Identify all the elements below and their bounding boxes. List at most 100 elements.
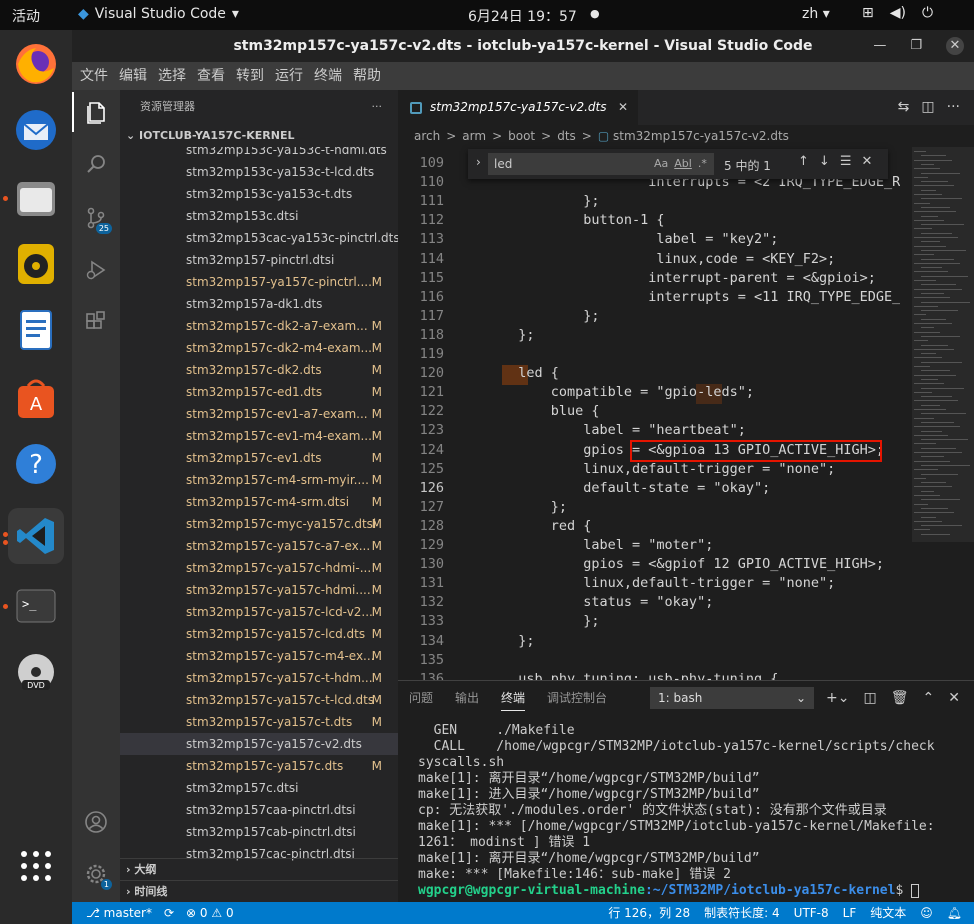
run-debug-button[interactable] bbox=[72, 250, 120, 290]
branch-indicator[interactable]: ⎇ master* bbox=[86, 902, 152, 924]
breadcrumb-item[interactable]: arm bbox=[462, 125, 486, 147]
dvd-launcher[interactable]: DVD bbox=[8, 646, 64, 702]
menu-terminal[interactable]: 终端 bbox=[314, 62, 342, 90]
file-item[interactable]: stm32mp157-ya157c-pinctrl.... M bbox=[120, 271, 398, 293]
tab-debug-console[interactable]: 调试控制台 bbox=[536, 681, 618, 715]
file-item[interactable]: stm32mp153c.dtsi bbox=[120, 205, 398, 227]
file-item[interactable]: stm32mp157c-ya157c-t.dts M bbox=[120, 711, 398, 733]
search-button[interactable] bbox=[72, 144, 120, 184]
file-item[interactable]: stm32mp157c-ya157c-lcd-v2... M bbox=[120, 601, 398, 623]
file-item[interactable]: stm32mp157c-dk2-m4-exam... M bbox=[120, 337, 398, 359]
breadcrumb-item[interactable]: arch bbox=[414, 125, 440, 147]
code-editor[interactable]: 109 110 interrupts = <2 IRQ_TYPE_EDGE_R 11… bbox=[398, 147, 900, 680]
workspace-root[interactable]: ⌄ IOTCLUB-YA157C-KERNEL bbox=[120, 125, 398, 147]
split-terminal-icon[interactable]: ◫ bbox=[863, 681, 876, 715]
more-actions-icon[interactable]: ··· bbox=[947, 90, 960, 125]
file-item[interactable]: stm32mp157c-ev1-a7-exam... M bbox=[120, 403, 398, 425]
file-item[interactable]: stm32mp157-pinctrl.dtsi bbox=[120, 249, 398, 271]
breadcrumb-item[interactable]: dts bbox=[557, 125, 576, 147]
vscode-launcher[interactable] bbox=[8, 508, 64, 564]
encoding[interactable]: UTF-8 bbox=[794, 902, 829, 924]
firefox-launcher[interactable] bbox=[8, 36, 64, 92]
help-launcher[interactable]: ? bbox=[8, 436, 64, 492]
file-item[interactable]: stm32mp157c-ya157c-hdmi-... M bbox=[120, 557, 398, 579]
explorer-button[interactable] bbox=[72, 92, 120, 132]
menu-view[interactable]: 查看 bbox=[197, 62, 225, 90]
regex-toggle[interactable]: .* bbox=[698, 153, 707, 175]
feedback-icon[interactable]: ☺ bbox=[920, 902, 933, 924]
cursor-position[interactable]: 行 126，列 28 bbox=[608, 902, 690, 924]
terminal-launcher[interactable]: >_ bbox=[8, 578, 64, 634]
file-item[interactable]: stm32mp157c-ya157c-lcd.dts M bbox=[120, 623, 398, 645]
files-launcher[interactable] bbox=[8, 170, 64, 226]
file-item[interactable]: stm32mp157cab-pinctrl.dtsi bbox=[120, 821, 398, 843]
close-button[interactable]: ✕ bbox=[946, 37, 964, 55]
tab-terminal[interactable]: 终端 bbox=[490, 681, 536, 715]
file-item[interactable]: stm32mp153c-ya153c-t-hdmi.dts bbox=[120, 147, 398, 161]
extensions-button[interactable] bbox=[72, 302, 120, 342]
file-item[interactable]: stm32mp153c-ya153c-t-lcd.dts bbox=[120, 161, 398, 183]
show-apps-button[interactable] bbox=[8, 838, 64, 894]
file-item[interactable]: stm32mp157c-ya157c-hdmi.... M bbox=[120, 579, 398, 601]
clock[interactable]: 6月24日 19：57 bbox=[468, 6, 577, 26]
file-item[interactable]: stm32mp157c-myc-ya157c.dtsi M bbox=[120, 513, 398, 535]
activities-button[interactable]: 活动 bbox=[12, 6, 40, 26]
file-item[interactable]: stm32mp153cac-ya153c-pinctrl.dtsi bbox=[120, 227, 398, 249]
file-item[interactable]: stm32mp157c-dk2.dts M bbox=[120, 359, 398, 381]
outline-section[interactable]: › 大纲 bbox=[120, 858, 398, 880]
file-item[interactable]: stm32mp157c-ya157c-t-hdm... M bbox=[120, 667, 398, 689]
file-item[interactable]: stm32mp157c-ya157c-a7-ex... M bbox=[120, 535, 398, 557]
menu-file[interactable]: 文件 bbox=[80, 62, 108, 90]
rhythmbox-launcher[interactable] bbox=[8, 236, 64, 292]
menu-run[interactable]: 运行 bbox=[275, 62, 303, 90]
tab-size[interactable]: 制表符长度: 4 bbox=[704, 902, 780, 924]
manage-button[interactable]: 1 bbox=[72, 854, 120, 894]
terminal-select[interactable]: 1: bash ⌄ bbox=[650, 687, 814, 709]
open-changes-icon[interactable]: ⇆ bbox=[898, 90, 910, 125]
menu-edit[interactable]: 编辑 bbox=[119, 62, 147, 90]
breadcrumb-file[interactable]: ▢ stm32mp157c-ya157c-v2.dts bbox=[598, 125, 789, 147]
maximize-panel-icon[interactable]: ⌃ bbox=[922, 681, 934, 715]
close-panel-icon[interactable]: ✕ bbox=[948, 681, 960, 715]
toggle-replace-icon[interactable]: › bbox=[476, 155, 481, 169]
file-item[interactable]: stm32mp153c-ya153c-t.dts bbox=[120, 183, 398, 205]
file-item[interactable]: stm32mp157c-ya157c-v2.dts bbox=[120, 733, 398, 755]
new-terminal-icon[interactable]: +⌄ bbox=[826, 681, 849, 715]
maximize-button[interactable]: ❐ bbox=[910, 30, 922, 62]
file-item[interactable]: stm32mp157c-ya157c-t-lcd.dts M bbox=[120, 689, 398, 711]
software-launcher[interactable]: A bbox=[8, 370, 64, 426]
source-control-button[interactable]: 25 bbox=[72, 198, 120, 238]
file-item[interactable]: stm32mp157caa-pinctrl.dtsi bbox=[120, 799, 398, 821]
breadcrumb-item[interactable]: boot bbox=[508, 125, 535, 147]
close-icon[interactable]: ✕ bbox=[861, 154, 872, 169]
file-item[interactable]: stm32mp157c-ev1.dts M bbox=[120, 447, 398, 469]
problems-indicator[interactable]: ⊗ 0 ⚠ 0 bbox=[186, 902, 234, 924]
language-mode[interactable]: 纯文本 bbox=[870, 902, 906, 924]
timeline-section[interactable]: › 时间线 bbox=[120, 880, 398, 902]
file-item[interactable]: stm32mp157c-ya157c-m4-ex... M bbox=[120, 645, 398, 667]
file-item[interactable]: stm32mp157c.dtsi bbox=[120, 777, 398, 799]
split-editor-icon[interactable]: ◫ bbox=[921, 90, 934, 125]
file-item[interactable]: stm32mp157c-dk2-a7-exam... M bbox=[120, 315, 398, 337]
find-in-selection-icon[interactable]: ☰ bbox=[840, 154, 852, 169]
file-item[interactable]: stm32mp157c-ya157c.dts M bbox=[120, 755, 398, 777]
file-item[interactable]: stm32mp157c-m4-srm-myir.... M bbox=[120, 469, 398, 491]
whole-word-toggle[interactable]: Abl bbox=[674, 153, 692, 175]
file-item[interactable]: stm32mp157a-dk1.dts bbox=[120, 293, 398, 315]
editor-tab[interactable]: stm32mp157c-ya157c-v2.dts ✕ bbox=[398, 90, 638, 125]
menu-selection[interactable]: 选择 bbox=[158, 62, 186, 90]
system-tray[interactable]: ⊞ ◀) ⏻ bbox=[862, 5, 933, 21]
thunderbird-launcher[interactable] bbox=[8, 102, 64, 158]
bell-icon[interactable]: 🔔︎ bbox=[947, 902, 962, 924]
previous-match-icon[interactable]: ↑ bbox=[798, 154, 809, 169]
file-item[interactable]: stm32mp157c-ed1.dts M bbox=[120, 381, 398, 403]
minimap[interactable] bbox=[900, 147, 974, 680]
tab-problems[interactable]: 问题 bbox=[398, 681, 444, 715]
match-case-toggle[interactable]: Aa bbox=[654, 153, 668, 175]
menu-go[interactable]: 转到 bbox=[236, 62, 264, 90]
next-match-icon[interactable]: ↓ bbox=[819, 154, 830, 169]
writer-launcher[interactable] bbox=[8, 302, 64, 358]
trash-icon[interactable]: 🗑 bbox=[891, 681, 909, 715]
app-menu[interactable]: ◆ Visual Studio Code ▾ bbox=[78, 6, 239, 22]
menu-help[interactable]: 帮助 bbox=[353, 62, 381, 90]
